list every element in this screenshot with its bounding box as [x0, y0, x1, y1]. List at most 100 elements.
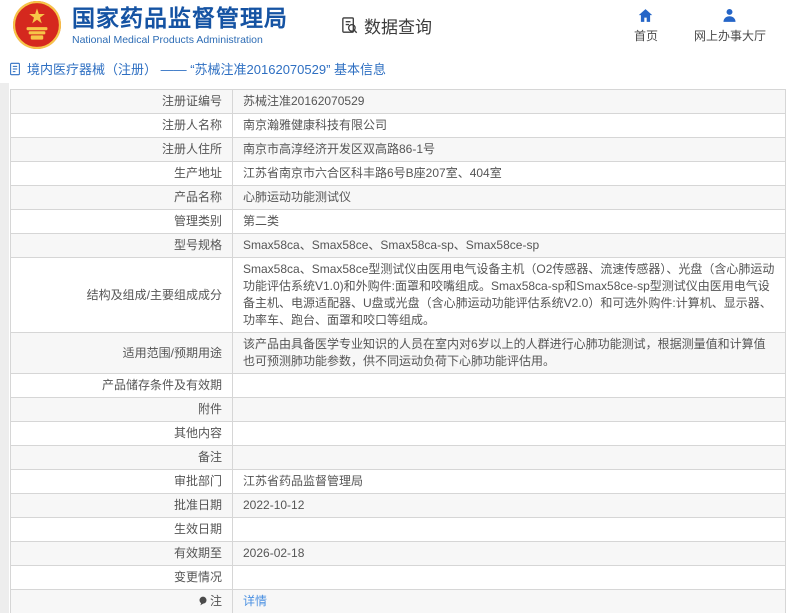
- row-label-text: 附件: [197, 402, 222, 416]
- row-label: 适用范围/预期用途: [10, 332, 233, 374]
- row-label-text: 产品名称: [173, 190, 222, 204]
- table-row: 注 详情: [10, 589, 786, 613]
- row-label: 附件: [10, 397, 233, 422]
- nav-service-hall-label: 网上办事大厅: [693, 28, 766, 43]
- agency-logo-link[interactable]: 国家药品监督管理局 National Medical Products Admi…: [12, 0, 288, 50]
- table-row: 注册人住所 南京市高淳经济开发区双高路86-1号: [10, 137, 786, 162]
- national-emblem-icon: [13, 1, 61, 49]
- row-value-text: 第二类: [243, 214, 280, 228]
- row-label-text: 管理类别: [173, 214, 222, 228]
- row-value: Smax58ca、Smax58ce、Smax58ca-sp、Smax58ce-s…: [232, 233, 786, 258]
- row-value-text: 江苏省药品监督管理局: [243, 474, 364, 488]
- person-icon: [723, 8, 737, 22]
- table-row: 注册证编号 苏械注准20162070529: [10, 89, 786, 114]
- row-value-text: Smax58ca、Smax58ce、Smax58ca-sp、Smax58ce-s…: [243, 238, 540, 252]
- row-value: [232, 373, 786, 398]
- row-value: 南京市高淳经济开发区双高路86-1号: [232, 137, 786, 162]
- table-row: 有效期至 2026-02-18: [10, 541, 786, 566]
- row-label-text: 有效期至: [173, 546, 222, 560]
- row-value-text: 南京市高淳经济开发区双高路86-1号: [243, 142, 436, 156]
- table-row: 型号规格 Smax58ca、Smax58ce、Smax58ca-sp、Smax5…: [10, 233, 786, 258]
- row-value: 2022-10-12: [232, 493, 786, 518]
- nav-home[interactable]: 首页: [634, 7, 658, 44]
- row-label-text: 注册人住所: [161, 142, 222, 156]
- row-label-text: 审批部门: [173, 474, 222, 488]
- row-label: 有效期至: [10, 541, 233, 566]
- row-label: 产品名称: [10, 185, 233, 210]
- site-header: 国家药品监督管理局 National Medical Products Admi…: [0, 0, 796, 50]
- row-label-text: 结构及组成/主要组成成分: [86, 287, 222, 302]
- row-value-text: 南京瀚雅健康科技有限公司: [243, 118, 388, 132]
- row-value: [232, 565, 786, 590]
- row-label-text: 注: [209, 594, 222, 608]
- table-row: 审批部门 江苏省药品监督管理局: [10, 469, 786, 494]
- row-value-text: 2026-02-18: [243, 546, 305, 560]
- nav-service-hall[interactable]: 网上办事大厅: [694, 7, 766, 44]
- row-label-text: 型号规格: [173, 238, 222, 252]
- table-row: 批准日期 2022-10-12: [10, 493, 786, 518]
- row-label: 变更情况: [10, 565, 233, 590]
- row-label: 注册证编号: [10, 89, 233, 114]
- table-row: 产品名称 心肺运动功能测试仪: [10, 185, 786, 210]
- table-row: 生产地址 江苏省南京市六合区科丰路6号B座207室、404室: [10, 161, 786, 186]
- row-value-text: 2022-10-12: [243, 498, 305, 512]
- speech-bubble-icon: [199, 596, 207, 606]
- row-label: 审批部门: [10, 469, 233, 494]
- registration-detail-table: 注册证编号 苏械注准20162070529 注册人名称 南京瀚雅健康科技有限公司…: [10, 89, 786, 613]
- row-label: 批准日期: [10, 493, 233, 518]
- detail-link[interactable]: 详情: [243, 594, 267, 608]
- row-label: 管理类别: [10, 209, 233, 234]
- row-label: 注册人名称: [10, 113, 233, 138]
- table-row: 附件: [10, 397, 786, 422]
- row-label: 结构及组成/主要组成成分: [10, 257, 233, 333]
- nav-data-query[interactable]: 数据查询: [340, 13, 432, 38]
- row-value-text: 苏械注准20162070529: [243, 94, 365, 108]
- row-label: 型号规格: [10, 233, 233, 258]
- agency-title: 国家药品监督管理局 National Medical Products Admi…: [72, 5, 288, 46]
- registration-detail-section: 注册证编号 苏械注准20162070529 注册人名称 南京瀚雅健康科技有限公司…: [0, 83, 796, 613]
- row-label: 产品储存条件及有效期: [10, 373, 233, 398]
- row-label-text: 注册人名称: [161, 118, 222, 132]
- table-row: 其他内容: [10, 421, 786, 446]
- row-label: 注册人住所: [10, 137, 233, 162]
- nav-data-query-label: 数据查询: [364, 17, 432, 37]
- page: 国家药品监督管理局 National Medical Products Admi…: [0, 0, 796, 613]
- left-gutter: [0, 83, 9, 613]
- row-label: 生效日期: [10, 517, 233, 542]
- row-value: [232, 517, 786, 542]
- row-value-text: 心肺运动功能测试仪: [243, 190, 352, 204]
- row-value: [232, 445, 786, 470]
- table-row: 产品储存条件及有效期: [10, 373, 786, 398]
- table-row: 变更情况: [10, 565, 786, 590]
- row-label-text: 生效日期: [173, 522, 222, 536]
- breadcrumb-text: 境内医疗器械（注册） —— “苏械注准20162070529” 基本信息: [27, 62, 387, 77]
- row-value: 江苏省南京市六合区科丰路6号B座207室、404室: [232, 161, 786, 186]
- row-value: [232, 397, 786, 422]
- row-value-text: 江苏省南京市六合区科丰路6号B座207室、404室: [243, 166, 502, 180]
- row-label-text: 产品储存条件及有效期: [101, 378, 222, 392]
- document-icon: [10, 62, 20, 75]
- agency-name-cn: 国家药品监督管理局: [72, 4, 288, 31]
- breadcrumb: 境内医疗器械（注册） —— “苏械注准20162070529” 基本信息: [0, 50, 796, 83]
- row-label: 其他内容: [10, 421, 233, 446]
- row-label-text: 批准日期: [173, 498, 222, 512]
- row-label: 注: [10, 589, 233, 613]
- row-label: 备注: [10, 445, 233, 470]
- row-value: 南京瀚雅健康科技有限公司: [232, 113, 786, 138]
- row-value: Smax58ca、Smax58ce型测试仪由医用电气设备主机（O2传感器、流速传…: [232, 257, 786, 333]
- row-value: [232, 421, 786, 446]
- table-row: 结构及组成/主要组成成分 Smax58ca、Smax58ce型测试仪由医用电气设…: [10, 257, 786, 333]
- row-value: 苏械注准20162070529: [232, 89, 786, 114]
- row-label-text: 备注: [197, 450, 222, 464]
- row-value: 第二类: [232, 209, 786, 234]
- row-value: 心肺运动功能测试仪: [232, 185, 786, 210]
- row-label: 生产地址: [10, 161, 233, 186]
- table-row: 备注: [10, 445, 786, 470]
- header-nav: 首页 网上办事大厅: [634, 7, 766, 44]
- row-label-text: 适用范围/预期用途: [122, 345, 222, 360]
- row-value-text: Smax58ca、Smax58ce型测试仪由医用电气设备主机（O2传感器、流速传…: [243, 262, 775, 327]
- row-label-text: 其他内容: [173, 426, 222, 440]
- row-label-text: 注册证编号: [161, 94, 222, 108]
- document-search-icon: [342, 16, 358, 33]
- row-label-text: 变更情况: [173, 570, 222, 584]
